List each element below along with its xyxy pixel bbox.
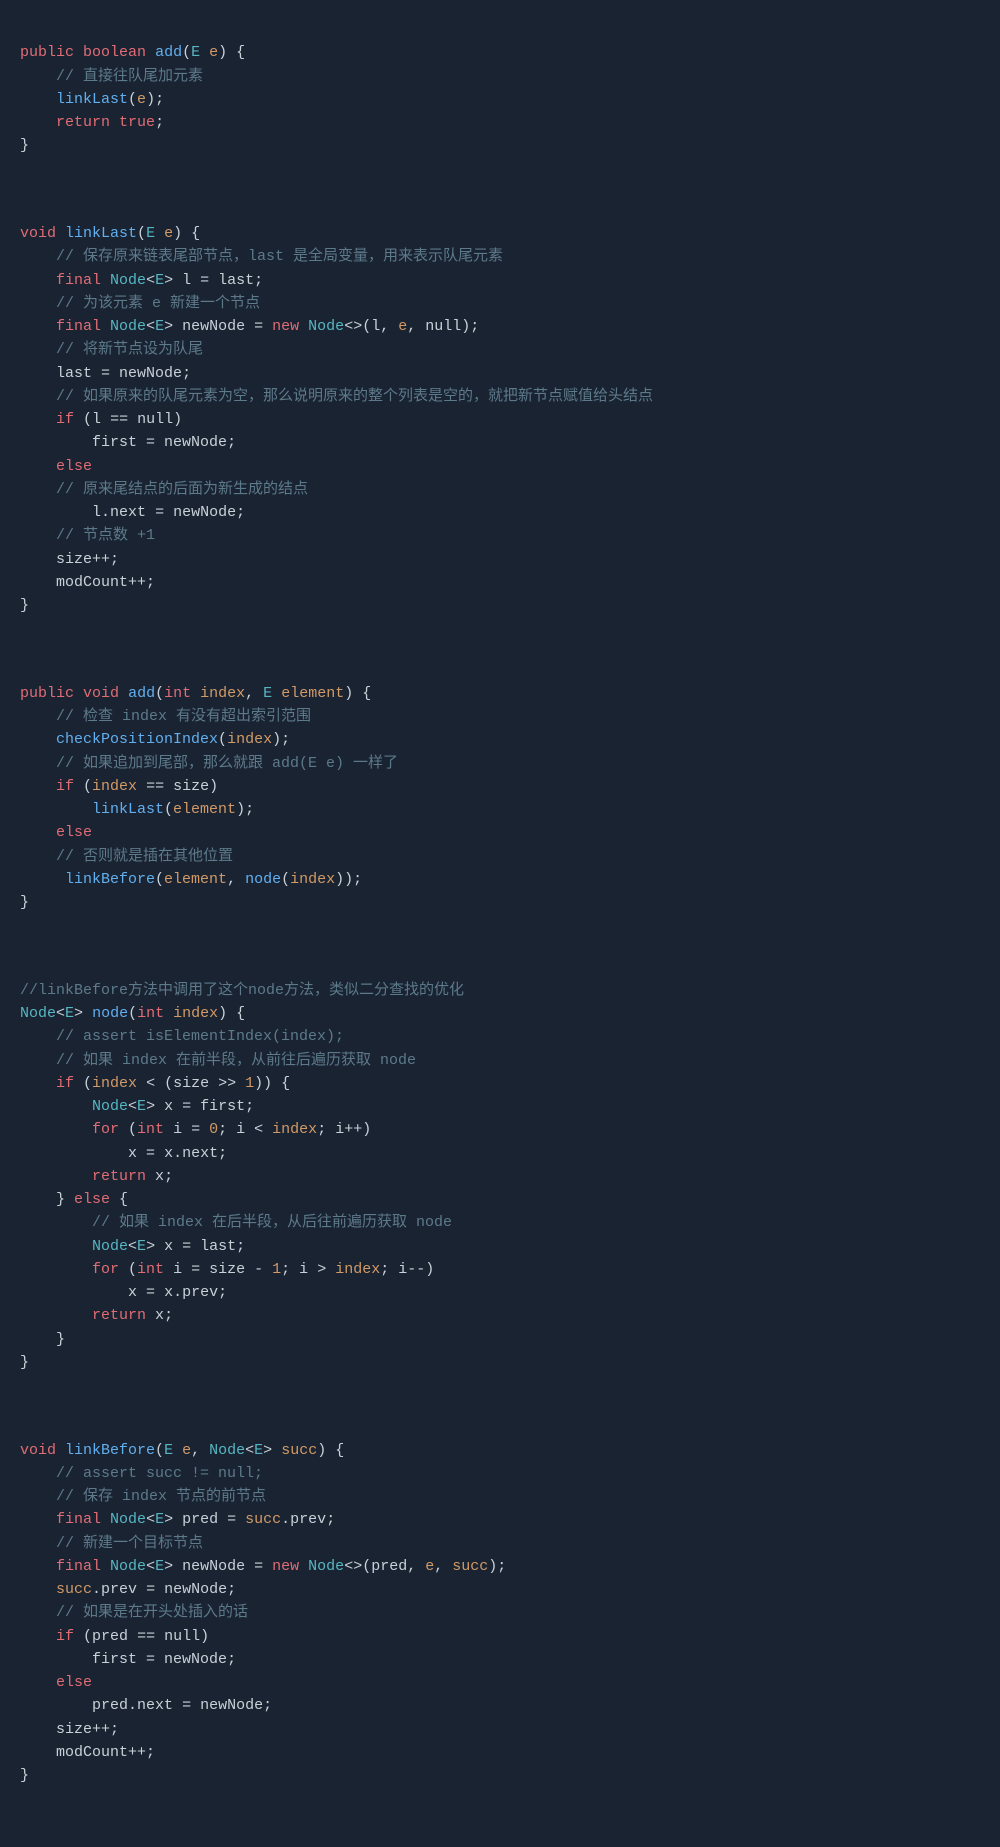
section-link-before: void linkBefore(E e, Node<E> succ) { // … bbox=[20, 1439, 980, 1788]
code-editor: public boolean add(E e) { // 直接往队尾加元素 li… bbox=[20, 18, 980, 1829]
section-add-index: public void add(int index, E element) { … bbox=[20, 682, 980, 915]
section-add-boolean: public boolean add(E e) { // 直接往队尾加元素 li… bbox=[20, 41, 980, 157]
section-link-last: void linkLast(E e) { // 保存原来链表尾部节点，last … bbox=[20, 222, 980, 617]
section-node: //linkBefore方法中调用了这个node方法，类似二分查找的优化 Nod… bbox=[20, 979, 980, 1374]
